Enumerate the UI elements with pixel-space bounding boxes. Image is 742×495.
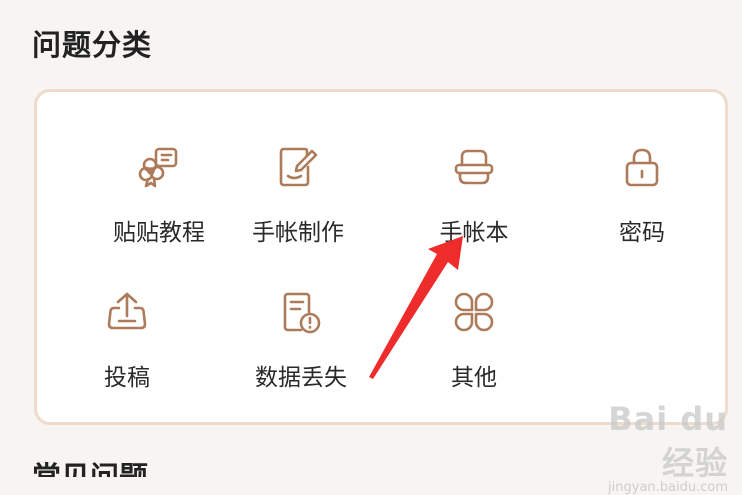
watermark-logo: Bai du 经验 — [608, 400, 728, 482]
lock-icon — [625, 148, 659, 187]
category-label: 投稿 — [104, 365, 150, 391]
category-card: 贴贴教程 手帐制作 手帐本 密码 投稿 数据丢失 其他 — [34, 89, 728, 425]
category-other[interactable]: 其他 — [389, 290, 559, 410]
data-loss-icon — [283, 292, 321, 334]
baidu-jingyan-watermark: Bai du 经验 jingyan.baidu.com — [568, 400, 728, 495]
sticker-tutorial-icon — [138, 147, 178, 188]
category-data-loss[interactable]: 数据丢失 — [216, 290, 386, 410]
section-title: 问题分类 — [32, 28, 153, 62]
category-label: 贴贴教程 — [113, 220, 205, 246]
category-label: 数据丢失 — [255, 365, 347, 391]
category-label: 手帐本 — [439, 220, 509, 246]
upload-icon — [107, 292, 147, 330]
notebook-icon — [454, 149, 494, 185]
category-label: 密码 — [619, 220, 665, 246]
category-label: 其他 — [451, 365, 497, 391]
category-label: 手帐制作 — [252, 220, 344, 246]
edit-note-icon — [279, 147, 318, 187]
next-section-title: 常见问题 — [32, 462, 148, 477]
more-apps-icon — [454, 292, 494, 332]
category-handbook-making[interactable]: 手帐制作 — [213, 145, 383, 265]
category-handbook[interactable]: 手帐本 — [389, 145, 559, 265]
category-submission[interactable]: 投稿 — [42, 290, 212, 410]
watermark-url: jingyan.baidu.com — [608, 480, 728, 495]
category-password[interactable]: 密码 — [557, 145, 727, 265]
